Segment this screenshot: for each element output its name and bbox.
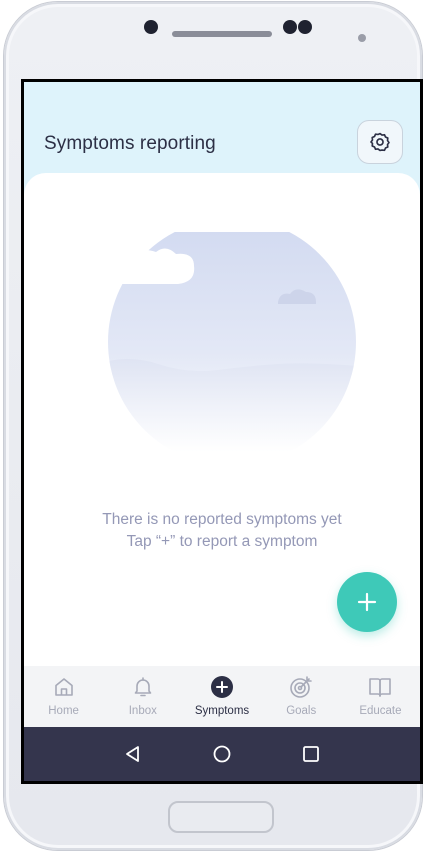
gear-icon (370, 132, 390, 152)
bottom-tab-bar: Home Inbox Symptoms Goals Educate (24, 666, 420, 727)
sensor-icon (298, 20, 312, 34)
page-title: Symptoms reporting (44, 133, 216, 154)
phone-screen: Symptoms reporting There is no reported … (21, 79, 423, 784)
tab-label: Goals (286, 705, 317, 717)
system-nav-bar (24, 727, 420, 781)
plus-circle-icon (211, 676, 233, 698)
tab-label: Symptoms (194, 705, 250, 717)
tab-label: Educate (359, 705, 402, 717)
content-card: There is no reported symptoms yet Tap “+… (24, 173, 420, 733)
system-recents-button[interactable] (298, 741, 324, 767)
settings-button[interactable] (357, 120, 403, 164)
sensor-icon (283, 20, 297, 34)
home-circle-icon (213, 745, 231, 763)
system-back-button[interactable] (120, 741, 146, 767)
empty-state-hint: Tap “+” to report a symptom (126, 533, 318, 550)
system-home-button[interactable] (209, 741, 235, 767)
target-icon (290, 676, 313, 698)
front-camera-icon (144, 20, 158, 34)
tab-educate[interactable]: Educate (341, 666, 420, 727)
add-symptom-button[interactable] (337, 572, 397, 632)
plus-icon (357, 592, 377, 612)
tab-label: Inbox (128, 705, 157, 717)
recents-icon (303, 746, 320, 762)
phone-frame: Symptoms reporting There is no reported … (4, 2, 423, 850)
empty-state-message: There is no reported symptoms yet (102, 511, 342, 528)
earpiece-speaker (172, 31, 272, 37)
light-sensor-icon (358, 34, 366, 42)
empty-state-illustration (108, 232, 356, 452)
book-icon (369, 678, 392, 697)
tab-label: Home (48, 705, 79, 717)
tab-goals[interactable]: Goals (262, 666, 341, 727)
tab-inbox[interactable]: Inbox (103, 666, 182, 727)
home-icon (54, 678, 73, 696)
header: Symptoms reporting (24, 82, 420, 178)
tab-symptoms[interactable]: Symptoms (182, 666, 261, 727)
hardware-home-button[interactable] (168, 801, 274, 833)
bell-icon (134, 677, 152, 697)
tab-home[interactable]: Home (24, 666, 103, 727)
back-icon (125, 746, 139, 762)
app-view: Symptoms reporting There is no reported … (24, 82, 420, 733)
